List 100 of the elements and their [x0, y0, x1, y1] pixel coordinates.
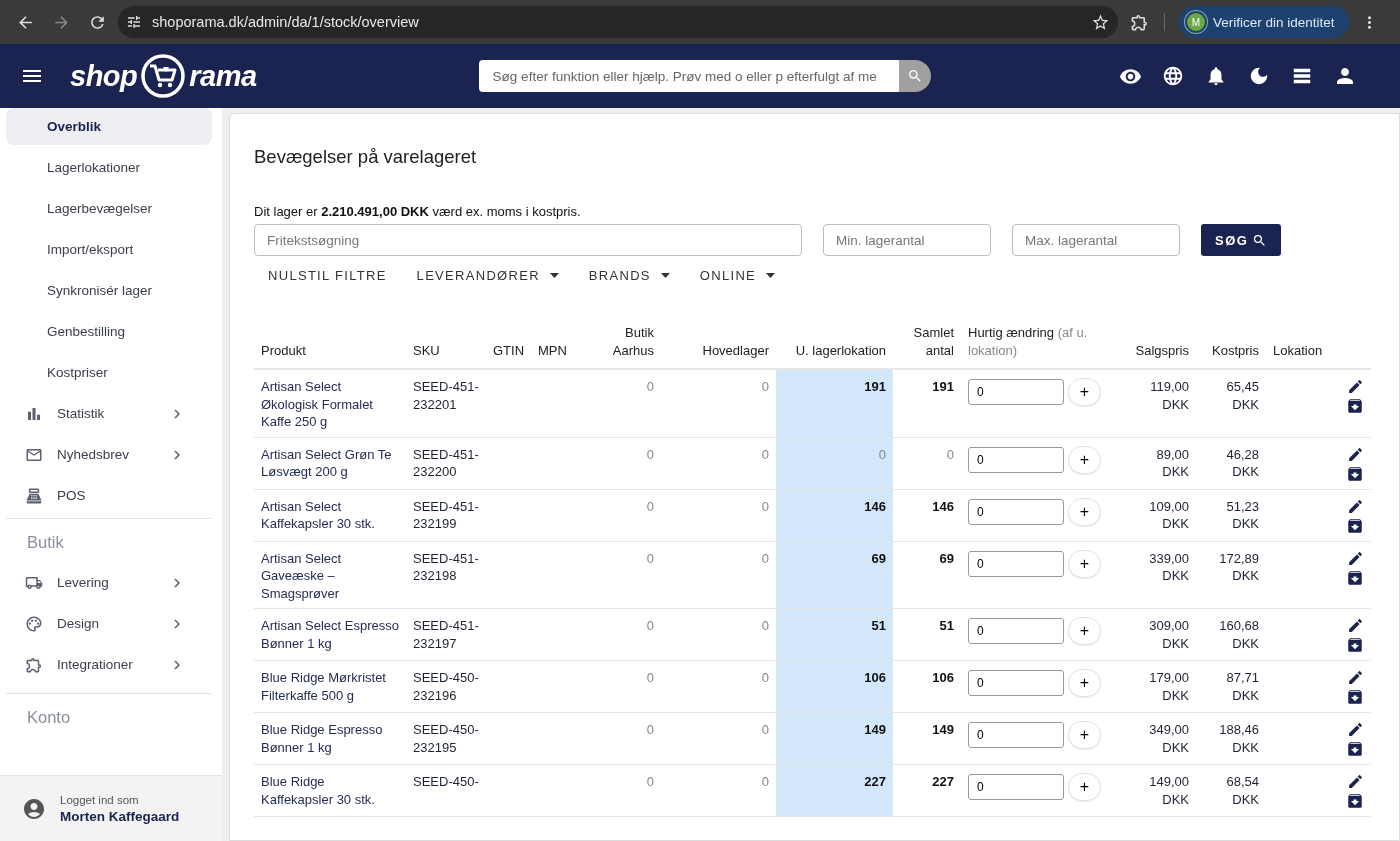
column-header: MPN: [531, 324, 576, 369]
sidebar-item[interactable]: Nyhedsbrev: [6, 436, 212, 473]
total-cell: 149: [893, 712, 961, 765]
sidebar-item[interactable]: Levering: [6, 564, 212, 601]
sidebar-item[interactable]: Integrationer: [6, 646, 212, 683]
edit-button[interactable]: [1347, 497, 1364, 515]
archive-button[interactable]: [1346, 636, 1364, 654]
quantity-field[interactable]: 0: [968, 498, 1064, 525]
total-cell: 227: [893, 764, 961, 817]
quantity-field[interactable]: 0: [968, 379, 1064, 405]
add-button[interactable]: +: [1068, 721, 1101, 749]
palette-icon: [25, 614, 43, 633]
stock-cell: 69: [776, 541, 893, 609]
quantity-field[interactable]: 0: [968, 774, 1064, 800]
search-button[interactable]: SØG: [1201, 224, 1282, 256]
product-cell[interactable]: Blue Ridge Kaffekapsler 30 stk.: [254, 764, 406, 817]
product-cell[interactable]: Blue Ridge Mørkristet Filterkaffe 500 g: [254, 660, 406, 713]
product-cell[interactable]: Artisan Select Kaffekapsler 30 stk.: [254, 489, 406, 541]
edit-button[interactable]: [1347, 445, 1364, 463]
product-cell[interactable]: Artisan Select Grøn Te Løsvægt 200 g: [254, 437, 406, 489]
add-button[interactable]: +: [1068, 617, 1101, 645]
reset-filters-button[interactable]: NULSTIL FILTRE: [254, 260, 395, 290]
cart-logo-icon: [140, 53, 187, 99]
add-button[interactable]: +: [1068, 497, 1101, 526]
search-field[interactable]: Fritekstsøgning: [254, 224, 802, 256]
archive-button[interactable]: [1346, 464, 1364, 483]
add-button[interactable]: +: [1068, 773, 1101, 801]
filter-dropdown[interactable]: LEVERANDØRER: [402, 260, 567, 290]
section-title: Butik: [26, 533, 65, 553]
sidebar-item[interactable]: Synkronisér lager: [6, 272, 212, 309]
sidebar-item[interactable]: Lagerlokationer: [6, 149, 212, 186]
max-stock-field[interactable]: Max. lagerantal: [1012, 224, 1180, 256]
sku-cell: SEED-451-232199: [406, 489, 486, 541]
archive-button[interactable]: [1346, 397, 1364, 415]
quantity-field[interactable]: 0: [968, 550, 1064, 577]
archive-button[interactable]: [1346, 792, 1364, 810]
stock-cell: 0: [576, 764, 661, 817]
total-cell: 191: [893, 369, 961, 437]
price-cell: 87,71 DKK: [1196, 660, 1266, 713]
sidebar-item[interactable]: POS: [6, 477, 212, 514]
add-button[interactable]: +: [1068, 445, 1101, 474]
edit-button[interactable]: [1347, 773, 1364, 790]
quantity-field[interactable]: 0: [968, 670, 1064, 696]
product-cell[interactable]: Artisan Select Espresso Bønner 1 kg: [254, 608, 406, 661]
price-cell: 51,23 DKK: [1196, 489, 1266, 541]
stock-cell: 0: [576, 437, 661, 489]
profile-label: Verificer din identitet: [1213, 14, 1335, 30]
sidebar-item[interactable]: Genbestilling: [6, 313, 212, 350]
archive-button[interactable]: [1346, 688, 1364, 706]
total-cell: 69: [893, 541, 961, 609]
add-button[interactable]: +: [1068, 669, 1101, 697]
account-icon: [22, 796, 46, 821]
product-cell[interactable]: Artisan Select Økologisk Formalet Kaffe 250 g: [254, 369, 406, 437]
stock-cell: 227: [776, 764, 893, 817]
sku-cell: SEED-451-232198: [406, 541, 486, 609]
sidebar-item[interactable]: Overblik: [6, 108, 212, 145]
sidebar-item[interactable]: Import/eksport: [6, 231, 212, 268]
price-cell: 109,00 DKK: [1121, 489, 1196, 541]
help-search-field[interactable]: Søg efter funktion eller hjælp. Prøv med o eller p efterfulgt af me: [478, 60, 899, 92]
sidebar-item[interactable]: Design: [6, 605, 212, 642]
filter-dropdown[interactable]: ONLINE: [685, 260, 784, 290]
profile-button[interactable]: M Verificer din identitet: [1179, 6, 1349, 38]
search-button[interactable]: [898, 60, 931, 92]
sidebar-item[interactable]: Kostpriser: [6, 354, 212, 391]
filter-dropdown[interactable]: BRANDS: [574, 260, 678, 290]
quantity-field[interactable]: 0: [968, 446, 1064, 473]
address-bar[interactable]: shoporama.dk/admin/da/1/stock/overview: [118, 6, 1118, 38]
product-cell[interactable]: Blue Ridge Espresso Bønner 1 kg: [254, 712, 406, 765]
stock-cell: 51: [776, 608, 893, 661]
total-cell: 0: [893, 437, 961, 489]
edit-button[interactable]: [1347, 549, 1364, 567]
quantity-field[interactable]: 0: [968, 722, 1064, 748]
edit-button[interactable]: [1347, 617, 1364, 634]
edit-button[interactable]: [1347, 378, 1364, 395]
sku-cell: SEED-451-232201: [406, 369, 486, 437]
site-settings-icon[interactable]: [126, 14, 142, 30]
quantity-field[interactable]: 0: [968, 618, 1064, 644]
archive-button[interactable]: [1346, 568, 1364, 587]
archive-button[interactable]: [1346, 740, 1364, 758]
logo-text: shop: [70, 59, 138, 93]
column-header: Lokation: [1266, 324, 1336, 369]
user-caption: Logget ind som: [60, 793, 140, 806]
bookmark-star-icon[interactable]: [1091, 12, 1110, 32]
add-button[interactable]: +: [1068, 549, 1101, 578]
column-header: Salgspris: [1121, 324, 1196, 369]
price-cell: 172,89 DKK: [1196, 541, 1266, 609]
sidebar-item[interactable]: Statistik: [6, 395, 212, 432]
stock-cell: 0: [576, 660, 661, 713]
edit-button[interactable]: [1347, 669, 1364, 686]
edit-button[interactable]: [1347, 721, 1364, 738]
stock-cell: 191: [776, 369, 893, 437]
sidebar-item[interactable]: Lagerbevægelser: [6, 190, 212, 227]
url-text: shoporama.dk/admin/da/1/stock/overview: [152, 14, 420, 30]
min-stock-field[interactable]: Min. lagerantal: [823, 224, 991, 256]
stock-cell: 0: [576, 608, 661, 661]
archive-button[interactable]: [1346, 516, 1364, 535]
add-button[interactable]: +: [1068, 378, 1101, 406]
price-cell: 46,28 DKK: [1196, 437, 1266, 489]
total-cell: 51: [893, 608, 961, 661]
product-cell[interactable]: Artisan Select Gaveæske – Smagsprøver: [254, 541, 406, 609]
